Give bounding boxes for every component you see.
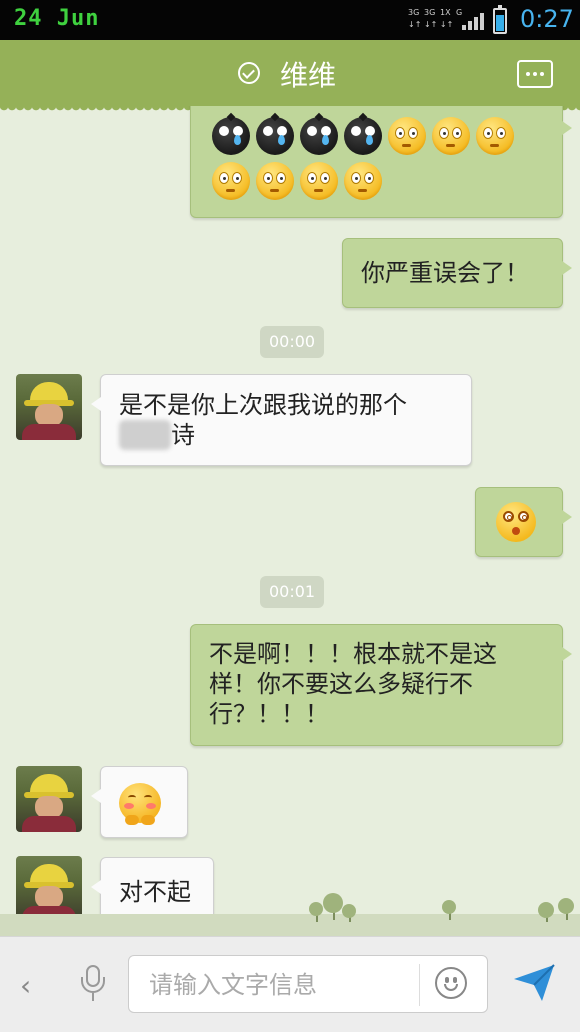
message-input-field[interactable] <box>128 955 488 1013</box>
avatar[interactable] <box>16 856 82 922</box>
send-arrow-icon[interactable] <box>512 963 556 1003</box>
message-text: 对不起 <box>119 878 191 906</box>
status-bar: 24 Jun 3G 3G 1X G ↓↑ ↓↑ ↓↑ 0:27 <box>0 0 580 40</box>
timestamp: 00:00 <box>260 326 325 358</box>
check-circle-icon <box>238 62 260 84</box>
timestamp: 00:01 <box>260 576 325 608</box>
avatar[interactable] <box>16 766 82 832</box>
shy-face-emoji-icon <box>119 783 161 825</box>
message-bubble-outgoing[interactable]: 你严重误会了！ <box>342 238 572 308</box>
microphone-icon[interactable] <box>80 965 106 1005</box>
blank-face-emoji-icon <box>300 162 338 200</box>
message-bubble-incoming[interactable]: 是不是你上次跟我说的那个 诗 <box>91 374 472 466</box>
message-text-line: 行？！！！ <box>209 700 329 728</box>
message-list[interactable]: 你严重误会了！ 00:00 是不是你上次跟我说的那个 诗 00:01 不是啊！！… <box>0 106 580 936</box>
crying-black-emoji-icon <box>344 112 382 155</box>
blank-face-emoji-icon <box>212 162 250 200</box>
dizzy-face-emoji-icon <box>496 502 536 542</box>
crying-black-emoji-icon <box>212 112 250 155</box>
chevron-left-icon[interactable]: ‹ <box>20 969 31 1002</box>
network-label: 3G <box>424 8 436 17</box>
message-text-line: 不是啊！！！根本就不是这 <box>209 640 497 668</box>
network-label: 3G <box>408 8 420 17</box>
blank-face-emoji-icon <box>256 162 294 200</box>
more-dots-icon[interactable] <box>517 60 553 88</box>
battery-icon <box>493 5 507 34</box>
signal-bars-icon <box>462 12 484 30</box>
status-date: 24 Jun <box>14 6 100 31</box>
message-text: 你严重误会了！ <box>361 259 529 287</box>
message-bubble-outgoing[interactable] <box>475 487 572 557</box>
network-label: 1X <box>440 8 451 17</box>
message-bubble-outgoing[interactable] <box>190 106 572 218</box>
smiley-icon[interactable] <box>435 967 467 999</box>
chat-title: 维维 <box>280 59 337 92</box>
chat-header: 维维 <box>0 40 580 112</box>
status-time: 0:27 <box>520 5 574 33</box>
blank-face-emoji-icon <box>388 117 426 155</box>
censored-text-blur <box>119 420 171 450</box>
avatar[interactable] <box>16 374 82 440</box>
message-bubble-incoming[interactable] <box>91 766 188 838</box>
background-scenery <box>0 914 580 936</box>
blank-face-emoji-icon <box>344 162 382 200</box>
message-bubble-outgoing[interactable]: 不是啊！！！根本就不是这 样！你不要这么多疑行不 行？！！！ <box>190 624 572 746</box>
message-text-line: 是不是你上次跟我说的那个 <box>119 391 407 419</box>
crying-black-emoji-icon <box>300 112 338 155</box>
blank-face-emoji-icon <box>476 117 514 155</box>
blank-face-emoji-icon <box>432 117 470 155</box>
crying-black-emoji-icon <box>256 112 294 155</box>
message-text-line: 诗 <box>171 421 195 449</box>
message-text-line: 样！你不要这么多疑行不 <box>209 670 473 698</box>
message-input-bar: ‹ <box>0 936 580 1032</box>
message-input[interactable] <box>147 968 411 1002</box>
divider <box>419 964 420 1006</box>
